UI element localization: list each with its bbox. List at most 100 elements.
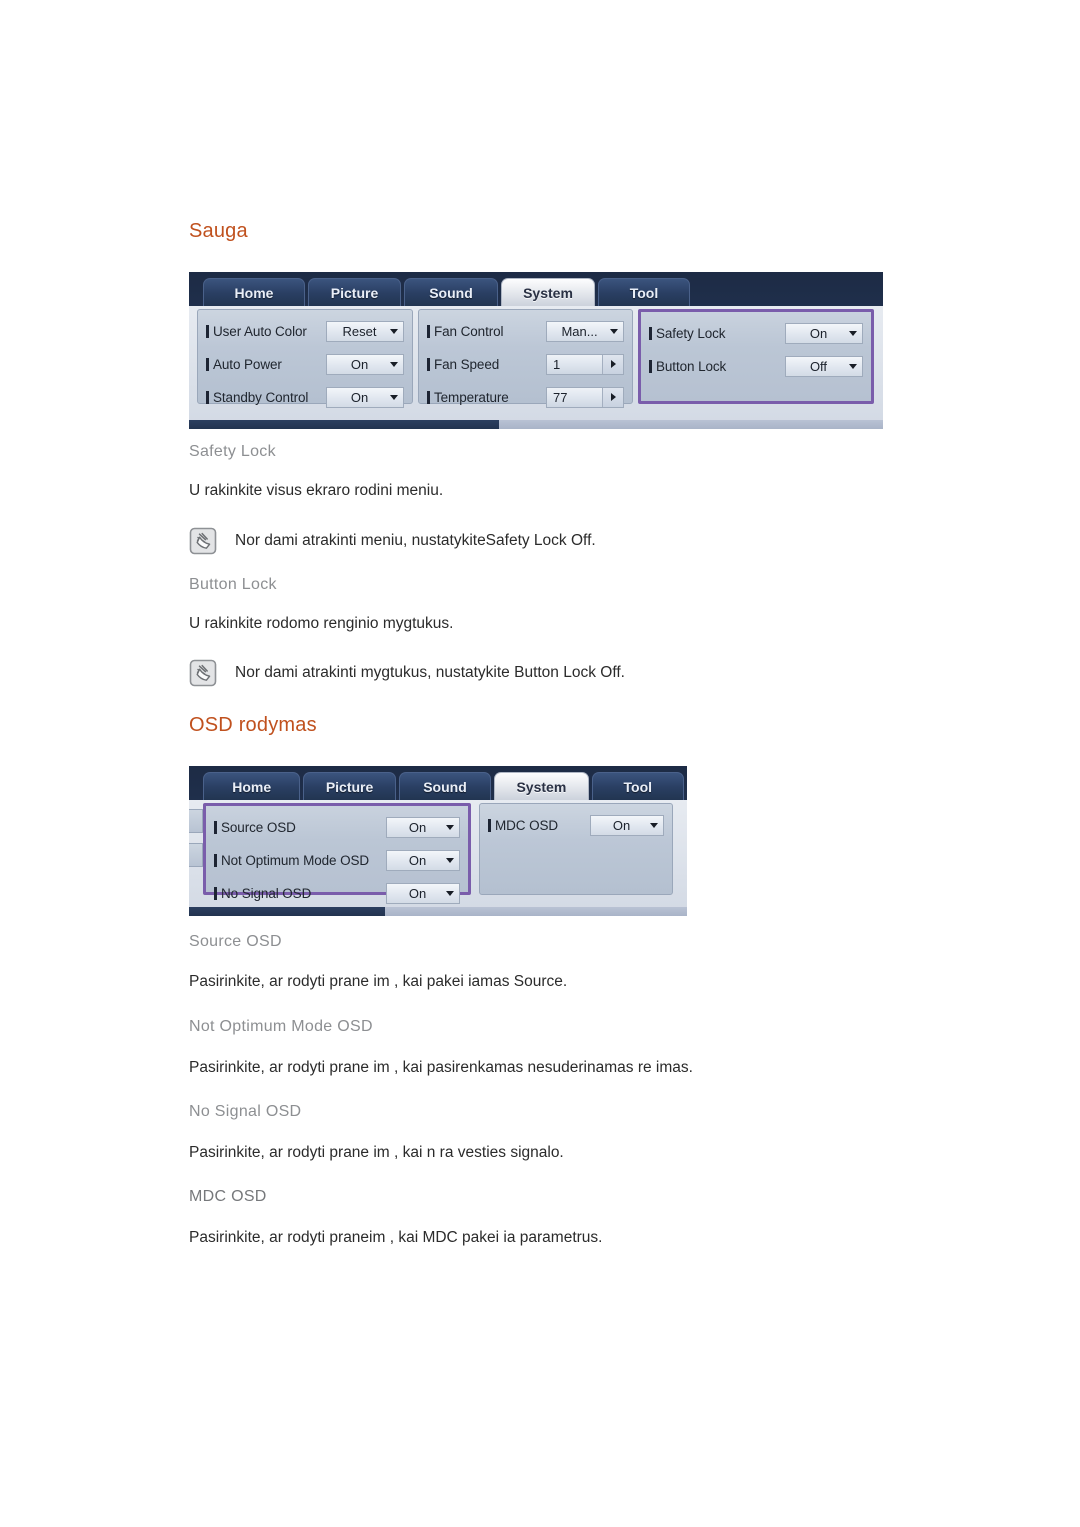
setting-label: MDC OSD: [495, 817, 559, 833]
setting-label: Safety Lock: [656, 325, 726, 341]
setting-label: Auto Power: [213, 356, 282, 372]
setting-row: Auto Power On: [206, 350, 404, 378]
setting-row: Source OSD On: [214, 813, 460, 841]
settings-column-1: Fan Control Man... Fan Speed 1 Temperature 77: [418, 309, 633, 408]
setting-subheading: Source OSD: [189, 933, 282, 950]
row-marker-icon: [214, 820, 217, 834]
setting-stepper[interactable]: 77: [546, 386, 624, 408]
setting-value: On: [408, 885, 427, 901]
settings-column-2: Safety Lock On Button Lock Off: [638, 309, 874, 404]
setting-subheading: Safety Lock: [189, 443, 276, 460]
horizontal-scrollbar[interactable]: [189, 420, 883, 429]
tab-tool[interactable]: Tool: [591, 772, 684, 800]
setting-label: Standby Control: [213, 389, 309, 405]
setting-value: Off: [809, 358, 828, 374]
osd-panel-1: Home Picture Sound System Tool Source OSD On No…: [189, 766, 687, 916]
row-marker-icon: [488, 818, 491, 832]
setting-value: On: [612, 817, 631, 833]
note-row: Nor dami atrakinti mygtukus, nustatykite…: [189, 659, 625, 687]
setting-value: On: [350, 389, 369, 405]
setting-row: Not Optimum Mode OSD On: [214, 846, 460, 874]
tab-tool[interactable]: Tool: [598, 278, 690, 306]
setting-value: Man...: [561, 323, 598, 339]
tab-sound[interactable]: Sound: [404, 278, 498, 306]
setting-row: MDC OSD On: [488, 811, 664, 839]
setting-value: 77: [553, 389, 568, 405]
setting-value: On: [809, 325, 828, 341]
chevron-down-icon: [650, 822, 658, 828]
setting-value: On: [408, 819, 427, 835]
chevron-down-icon: [446, 857, 454, 863]
body-paragraph: Pasirinkite, ar rodyti prane im , kai n …: [189, 1144, 564, 1161]
setting-row: Standby Control On: [206, 383, 404, 411]
setting-dropdown[interactable]: On: [386, 882, 460, 904]
body-paragraph: Pasirinkite, ar rodyti prane im , kai pa…: [189, 973, 568, 990]
setting-row: No Signal OSD On: [214, 879, 460, 907]
setting-stepper[interactable]: 1: [546, 353, 624, 375]
osd-panel-0: Home Picture Sound System Tool User Auto Colo…: [189, 272, 883, 429]
setting-row: Safety Lock On: [649, 319, 863, 347]
tab-picture[interactable]: Picture: [308, 278, 401, 306]
setting-dropdown[interactable]: On: [785, 322, 863, 344]
note-hand-icon: [189, 527, 217, 555]
chevron-down-icon: [390, 361, 398, 367]
setting-dropdown[interactable]: Off: [785, 355, 863, 377]
chevron-down-icon: [446, 890, 454, 896]
scrollbar-thumb[interactable]: [189, 907, 385, 916]
setting-dropdown[interactable]: On: [386, 849, 460, 871]
cropped-column-stub: [189, 843, 203, 867]
setting-row: Fan Control Man...: [427, 317, 624, 345]
setting-label: Not Optimum Mode OSD: [221, 852, 370, 868]
tab-system[interactable]: System: [494, 772, 589, 800]
section-heading: OSD rodymas: [189, 714, 317, 736]
row-marker-icon: [427, 390, 430, 404]
tab-system[interactable]: System: [501, 278, 595, 306]
stepper-increment-button[interactable]: [602, 387, 623, 407]
tab-home[interactable]: Home: [203, 278, 305, 306]
settings-column-1: MDC OSD On: [479, 803, 673, 895]
setting-value: 1: [553, 356, 561, 372]
section-heading: Sauga: [189, 220, 248, 242]
setting-dropdown[interactable]: On: [326, 386, 404, 408]
chevron-down-icon: [849, 363, 857, 369]
chevron-down-icon: [446, 824, 454, 830]
setting-dropdown[interactable]: On: [326, 353, 404, 375]
horizontal-scrollbar[interactable]: [189, 907, 687, 916]
scrollbar-thumb[interactable]: [189, 420, 499, 429]
tab-home[interactable]: Home: [203, 772, 301, 800]
setting-label: No Signal OSD: [221, 885, 312, 901]
setting-dropdown[interactable]: On: [590, 814, 664, 836]
body-paragraph: U rakinkite rodomo renginio mygtukus.: [189, 615, 454, 632]
tab-picture[interactable]: Picture: [303, 772, 396, 800]
setting-dropdown[interactable]: Reset: [326, 320, 404, 342]
setting-subheading: No Signal OSD: [189, 1103, 302, 1120]
chevron-down-icon: [390, 328, 398, 334]
stepper-increment-button[interactable]: [602, 354, 623, 374]
row-marker-icon: [214, 886, 217, 900]
note-text: Nor dami atrakinti mygtukus, nustatykite…: [235, 664, 625, 681]
setting-row: Fan Speed 1: [427, 350, 624, 378]
setting-label: Button Lock: [656, 358, 727, 374]
osd-tab-bar: Home Picture Sound System Tool: [189, 272, 883, 306]
row-marker-icon: [427, 324, 430, 338]
setting-row: User Auto Color Reset: [206, 317, 404, 345]
row-marker-icon: [649, 359, 652, 373]
setting-value: On: [350, 356, 369, 372]
setting-label: Source OSD: [221, 819, 296, 835]
setting-label: Fan Control: [434, 323, 504, 339]
setting-dropdown[interactable]: Man...: [546, 320, 624, 342]
osd-tab-bar: Home Picture Sound System Tool: [189, 766, 687, 800]
setting-dropdown[interactable]: On: [386, 816, 460, 838]
note-row: Nor dami atrakinti meniu, nustatykiteSaf…: [189, 527, 596, 555]
row-marker-icon: [427, 357, 430, 371]
tab-sound[interactable]: Sound: [398, 772, 492, 800]
setting-label: User Auto Color: [213, 323, 307, 339]
setting-label: Temperature: [434, 389, 509, 405]
row-marker-icon: [649, 326, 652, 340]
chevron-down-icon: [610, 328, 618, 334]
row-marker-icon: [214, 853, 217, 867]
setting-label: Fan Speed: [434, 356, 500, 372]
body-paragraph: Pasirinkite, ar rodyti prane im , kai pa…: [189, 1059, 693, 1076]
row-marker-icon: [206, 324, 209, 338]
setting-value: On: [408, 852, 427, 868]
